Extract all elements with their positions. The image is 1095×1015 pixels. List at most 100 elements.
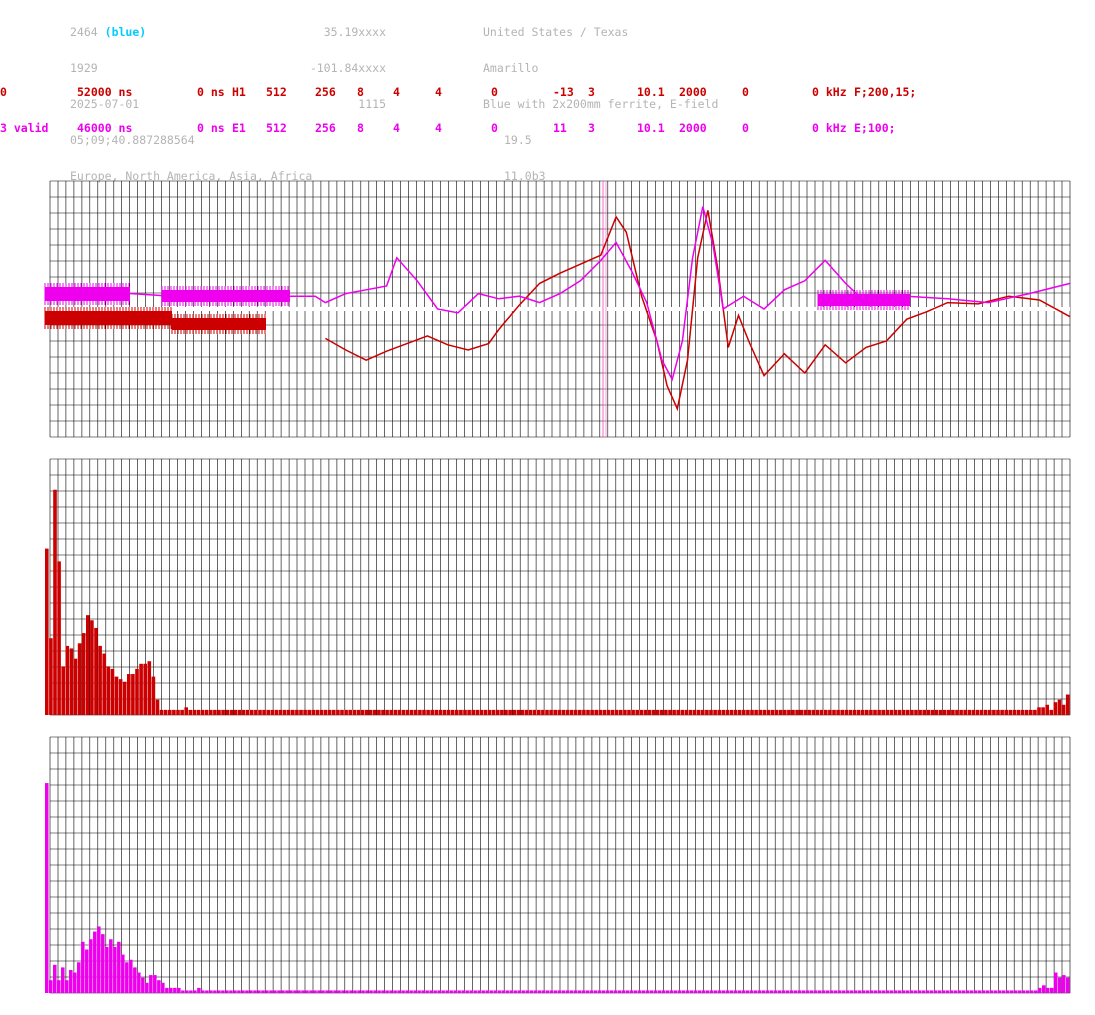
- bar: [261, 990, 265, 993]
- bar: [193, 990, 197, 993]
- bar: [680, 709, 685, 715]
- bar: [621, 990, 626, 993]
- bar: [533, 990, 537, 993]
- bar: [897, 990, 902, 993]
- bar: [865, 709, 869, 715]
- bar: [237, 709, 242, 715]
- bar: [819, 709, 824, 715]
- bar: [213, 709, 217, 715]
- bar: [1021, 990, 1026, 993]
- bar: [173, 987, 177, 993]
- bar: [319, 709, 324, 715]
- bar: [102, 653, 106, 715]
- bar: [969, 990, 974, 993]
- bar: [829, 990, 834, 993]
- bar: [176, 709, 180, 715]
- bar: [253, 990, 257, 993]
- bar: [357, 990, 361, 993]
- bar: [341, 990, 345, 993]
- bar: [57, 561, 61, 715]
- bar: [753, 990, 758, 993]
- bar: [885, 990, 890, 993]
- bar: [951, 709, 955, 715]
- bar: [1053, 972, 1058, 993]
- bar: [1041, 985, 1046, 993]
- bar: [450, 709, 455, 715]
- bar: [844, 709, 849, 715]
- bar: [684, 709, 689, 715]
- bar: [453, 990, 457, 993]
- bar: [129, 959, 133, 993]
- bar: [149, 975, 153, 993]
- bar: [889, 990, 894, 993]
- bar: [249, 990, 253, 993]
- bar: [317, 990, 321, 993]
- bar: [805, 990, 810, 993]
- bar: [1037, 987, 1042, 993]
- bar: [1013, 990, 1018, 993]
- bar: [860, 709, 865, 715]
- bar: [425, 990, 429, 993]
- bar: [897, 709, 902, 715]
- bar: [643, 709, 648, 715]
- bar: [799, 709, 803, 715]
- bar: [337, 990, 341, 993]
- bar: [469, 990, 473, 993]
- bar: [590, 709, 594, 715]
- bar: [57, 980, 61, 993]
- bar: [649, 990, 654, 993]
- bar: [133, 967, 137, 993]
- bar: [61, 967, 65, 993]
- bar: [959, 709, 963, 715]
- bar: [81, 633, 86, 715]
- bar: [657, 990, 662, 993]
- bar: [696, 709, 701, 715]
- bar: [669, 990, 674, 993]
- bar: [325, 990, 329, 993]
- bar: [344, 709, 348, 715]
- bar: [118, 679, 123, 715]
- bar: [709, 990, 714, 993]
- bar: [601, 990, 606, 993]
- bar: [159, 709, 164, 715]
- bar: [741, 990, 746, 993]
- grid-lines: [49, 458, 1071, 716]
- bar: [929, 990, 934, 993]
- bar: [329, 990, 333, 993]
- bar: [273, 990, 277, 993]
- bar: [949, 990, 954, 993]
- bar: [520, 709, 525, 715]
- bar: [717, 709, 721, 715]
- bar: [197, 987, 201, 993]
- bar: [121, 954, 125, 993]
- bar: [455, 709, 459, 715]
- bar: [817, 990, 822, 993]
- bar: [114, 676, 119, 715]
- bar: [262, 709, 266, 715]
- bar: [461, 990, 465, 993]
- bar: [906, 709, 910, 715]
- bar: [598, 709, 603, 715]
- bar: [597, 990, 602, 993]
- bar: [139, 663, 143, 715]
- bar: [137, 972, 141, 993]
- bar: [577, 990, 582, 993]
- bar: [947, 709, 951, 715]
- bar: [1049, 709, 1054, 715]
- bar: [631, 709, 635, 715]
- bar: [311, 709, 316, 715]
- bar: [433, 990, 437, 993]
- bar: [151, 676, 156, 715]
- bar: [901, 709, 906, 715]
- bar: [377, 709, 381, 715]
- bar: [315, 709, 320, 715]
- bar: [992, 709, 996, 715]
- bar: [766, 709, 771, 715]
- bar: [301, 990, 305, 993]
- bar: [204, 709, 209, 715]
- bar: [594, 709, 598, 715]
- bar: [610, 709, 615, 715]
- bar: [221, 990, 225, 993]
- bar: [532, 709, 537, 715]
- bar: [942, 709, 947, 715]
